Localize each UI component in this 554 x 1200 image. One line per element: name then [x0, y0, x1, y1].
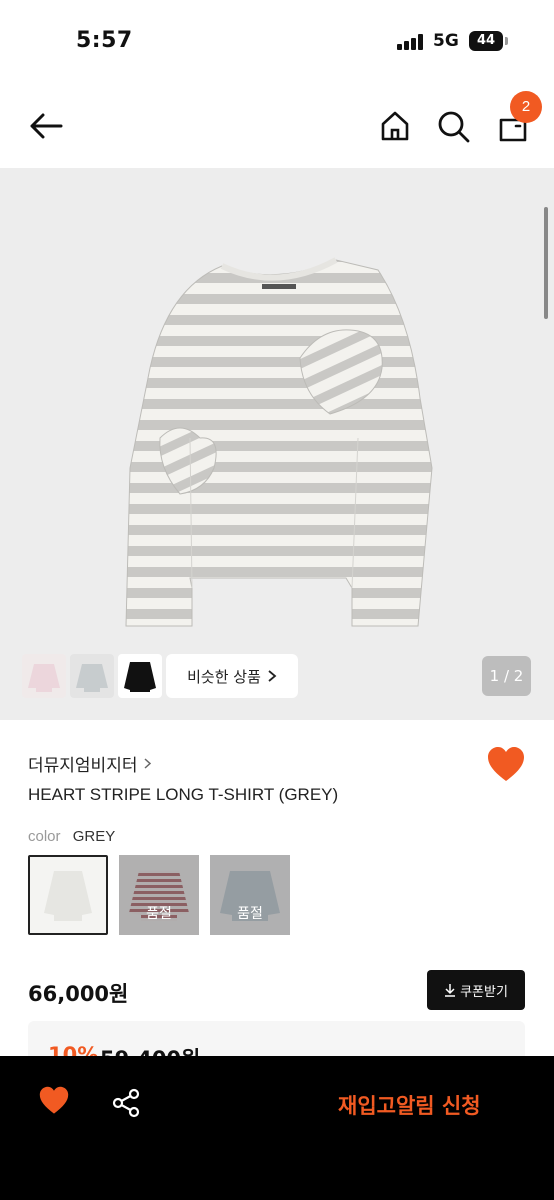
download-icon [445, 984, 456, 997]
color-label: color [28, 828, 61, 845]
brand-name: 더뮤지엄비지터 [28, 756, 138, 776]
search-icon[interactable] [437, 110, 471, 144]
chevron-right-icon [144, 758, 152, 769]
image-pager: 1 / 2 [482, 656, 531, 696]
signal-icon [397, 34, 425, 50]
thumbnail-black[interactable] [118, 654, 162, 698]
sold-out-label: 품절 [210, 855, 290, 935]
bottom-action-bar: 재입고알림 신청 [0, 1056, 554, 1200]
thumbnail-pink[interactable] [22, 654, 66, 698]
restock-alert-button[interactable]: 재입고알림 신청 [338, 1090, 481, 1120]
color-value: GREY [72, 828, 116, 845]
brand-link[interactable]: 더뮤지엄비지터 [28, 751, 152, 776]
product-price: 66,000원 [28, 982, 129, 1006]
coupon-label: 쿠폰받기 [460, 984, 508, 1000]
product-image-gallery[interactable] [0, 168, 554, 720]
network-label: 5G [433, 31, 459, 51]
status-bar: 5:57 5G 44 [0, 0, 554, 84]
scrollbar[interactable] [544, 207, 548, 319]
similar-products-button[interactable]: 비슷한 상품 [166, 654, 298, 698]
swatch-grey[interactable] [28, 855, 108, 935]
battery-icon: 44 [469, 31, 508, 51]
product-image [125, 257, 433, 627]
wishlist-heart-icon[interactable] [38, 1086, 70, 1116]
home-icon[interactable] [379, 110, 411, 142]
similar-products-label: 비슷한 상품 [187, 667, 261, 686]
color-row: color GREY [28, 828, 115, 845]
sold-out-label: 품절 [119, 855, 199, 935]
cart-count-badge: 2 [510, 91, 542, 123]
like-heart-icon[interactable] [486, 746, 526, 784]
thumbnail-grey[interactable] [70, 654, 114, 698]
chevron-right-icon [268, 670, 277, 682]
swatch-blue[interactable]: 품절 [210, 855, 290, 935]
swatch-red[interactable]: 품절 [119, 855, 199, 935]
back-arrow-icon[interactable] [28, 112, 64, 140]
top-nav [0, 84, 554, 168]
status-time: 5:57 [76, 28, 133, 53]
share-icon[interactable] [111, 1088, 141, 1118]
product-title: HEART STRIPE LONG T-SHIRT (GREY) [28, 785, 339, 804]
coupon-button[interactable]: 쿠폰받기 [427, 970, 525, 1010]
